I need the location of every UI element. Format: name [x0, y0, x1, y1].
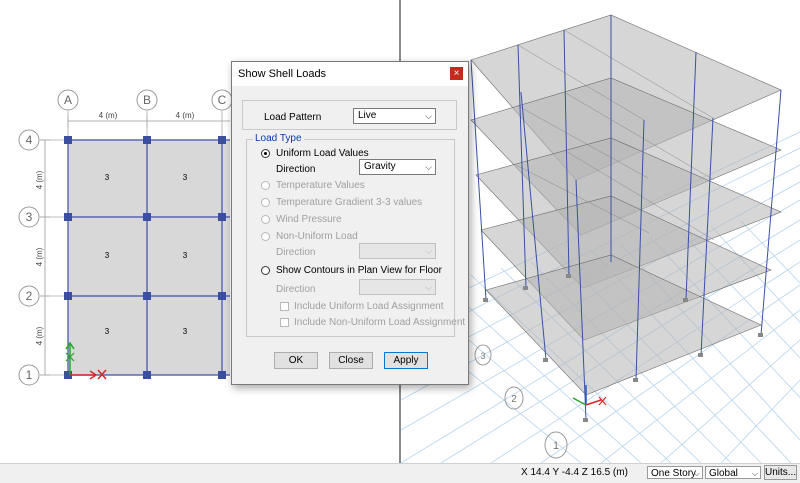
dialog-title: Show Shell Loads: [238, 68, 327, 80]
load-pattern-select[interactable]: Live ⌵: [353, 108, 436, 124]
temperature-gradient-label: Temperature Gradient 3-3 values: [276, 197, 423, 208]
grid-bubble-label: 3: [480, 351, 485, 361]
story-select[interactable]: One Story ⌵: [647, 466, 703, 479]
include-nonuniform-label: Include Non-Uniform Load Assignment: [294, 317, 466, 328]
include-uniform-checkbox[interactable]: [280, 302, 289, 311]
shell-area: [68, 140, 230, 375]
shell-load-value: 3: [105, 251, 110, 260]
temperature-gradient-radio[interactable]: [261, 198, 270, 207]
shell-load-value: 3: [183, 173, 188, 182]
chevron-down-icon: ⌵: [425, 162, 432, 172]
load-pattern-value: Live: [358, 110, 377, 121]
grid-bubble-label: 4: [26, 133, 33, 147]
wind-pressure-radio[interactable]: [261, 215, 270, 224]
temperature-label: Temperature Values: [276, 180, 365, 191]
show-contours-radio[interactable]: [261, 266, 270, 275]
story-select-value: One Story: [651, 468, 697, 479]
dimension-label: 4 (m): [35, 170, 44, 189]
show-contours-label: Show Contours in Plan View for Floor: [276, 265, 443, 276]
coord-system-select[interactable]: Global ⌵: [705, 466, 761, 479]
close-button[interactable]: Close: [329, 352, 373, 369]
grid-bubble-3d-3[interactable]: 3: [474, 344, 492, 366]
floor-slabs: [470, 14, 782, 396]
grid-bubble-label: 3: [26, 210, 33, 224]
chevron-down-icon: ⌵: [425, 282, 432, 292]
grid-bubble-label: 1: [26, 368, 33, 382]
temperature-radio[interactable]: [261, 181, 270, 190]
grid-bubble-3d-1[interactable]: 1: [544, 431, 568, 459]
include-nonuniform-checkbox[interactable]: [280, 318, 289, 327]
shell-load-value: 3: [105, 173, 110, 182]
nonuniform-load-label: Non-Uniform Load: [276, 231, 358, 242]
uniform-load-label: Uniform Load Values: [276, 148, 369, 159]
direction3-label: Direction: [276, 284, 316, 295]
units-button[interactable]: Units...: [764, 465, 797, 480]
grid-bubble-label: C: [218, 93, 227, 107]
ok-button[interactable]: OK: [274, 352, 318, 369]
wind-pressure-label: Wind Pressure: [276, 214, 342, 225]
chevron-down-icon: ⌵: [693, 469, 700, 478]
dimension-label: 4 (m): [99, 111, 118, 120]
coord-system-value: Global: [709, 468, 738, 479]
direction2-select[interactable]: ⌵: [359, 243, 436, 259]
grid-bubble-label: A: [64, 93, 72, 107]
status-bar: X 14.4 Y -4.4 Z 16.5 (m) One Story ⌵ Glo…: [0, 463, 800, 483]
direction2-label: Direction: [276, 247, 316, 258]
chevron-down-icon: ⌵: [425, 111, 432, 121]
show-shell-loads-dialog[interactable]: Show Shell Loads × Load Pattern Live ⌵ L…: [231, 61, 469, 385]
close-icon[interactable]: ×: [450, 67, 463, 80]
shell-load-value: 3: [105, 327, 110, 336]
chevron-down-icon: ⌵: [425, 246, 432, 256]
dimension-label: 4 (m): [35, 247, 44, 266]
grid-bubble-label: 2: [511, 394, 517, 405]
direction-label: Direction: [276, 164, 316, 175]
load-pattern-label: Load Pattern: [264, 112, 322, 123]
shell-load-value: 3: [183, 251, 188, 260]
direction-select[interactable]: Gravity ⌵: [359, 159, 436, 175]
direction3-select[interactable]: ⌵: [359, 279, 436, 295]
chevron-down-icon: ⌵: [751, 469, 758, 478]
load-type-group-title: Load Type: [253, 133, 304, 144]
nonuniform-load-radio[interactable]: [261, 232, 270, 241]
direction-value: Gravity: [364, 161, 396, 172]
dialog-titlebar[interactable]: Show Shell Loads ×: [232, 62, 468, 86]
grid-bubble-label: B: [143, 93, 151, 107]
shell-load-value: 3: [183, 327, 188, 336]
apply-button[interactable]: Apply: [384, 352, 428, 369]
dimension-label: 4 (m): [35, 326, 44, 345]
grid-bubble-label: 1: [553, 440, 559, 452]
uniform-load-radio[interactable]: [261, 149, 270, 158]
include-uniform-label: Include Uniform Load Assignment: [294, 301, 444, 312]
grid-bubble-label: 2: [26, 289, 33, 303]
cursor-coordinates: X 14.4 Y -4.4 Z 16.5 (m): [521, 467, 628, 478]
dimension-label: 4 (m): [176, 111, 195, 120]
